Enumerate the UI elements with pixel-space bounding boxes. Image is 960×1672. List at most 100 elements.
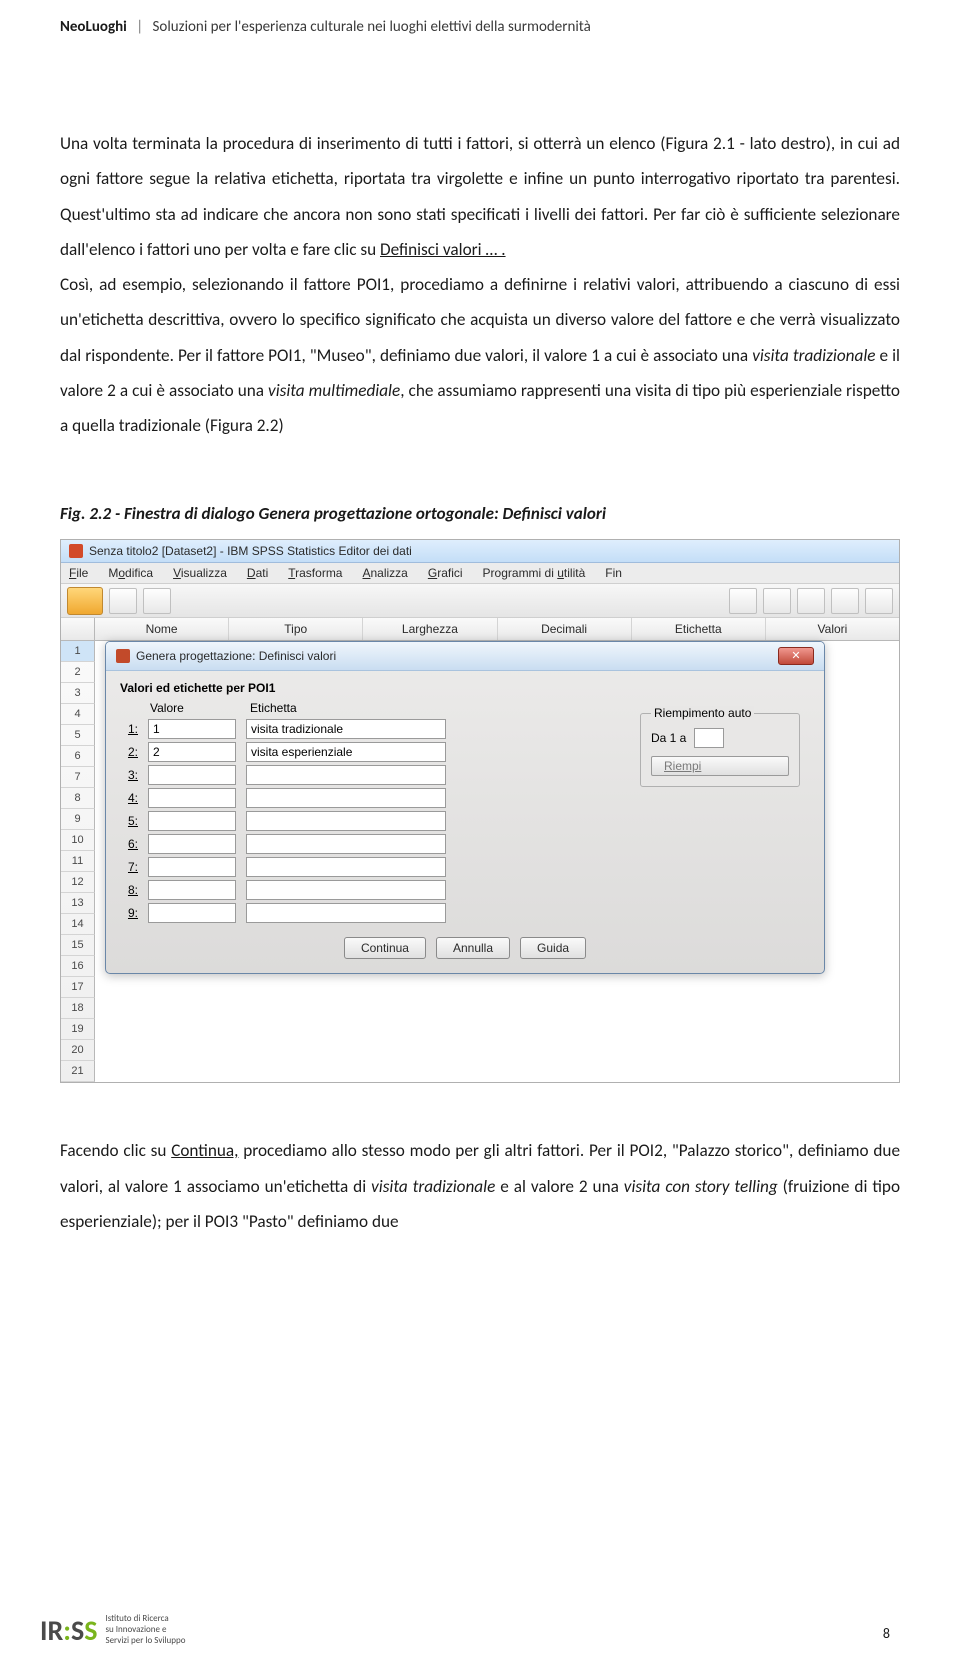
menu-visualizza[interactable]: Visualizza [173,566,227,580]
row-index: 6: [120,837,138,851]
toolbar-btn-1[interactable] [109,588,137,614]
menu-grafici[interactable]: Grafici [428,566,463,580]
row-8[interactable]: 8 [61,788,95,809]
fill-group: Riempimento auto Da 1 a Riempi [640,713,800,787]
row-20[interactable]: 20 [61,1040,95,1061]
row-9[interactable]: 9 [61,809,95,830]
dialog-buttons: Continua Annulla Guida [120,937,810,959]
label-input-9[interactable] [246,903,446,923]
label-input-4[interactable] [246,788,446,808]
fill-button[interactable]: Riempi [651,756,789,776]
window-titlebar: Senza titolo2 [Dataset2] - IBM SPSS Stat… [61,540,899,563]
logo-glyph: IR:SS [40,1613,97,1648]
col-larghezza[interactable]: Larghezza [363,618,497,640]
paragraph-3: Facendo clic su Continua, procediamo all… [60,1133,900,1239]
row-4[interactable]: 4 [61,704,95,725]
define-values-dialog: Genera progettazione: Definisci valori ✕… [105,641,825,974]
value-input-2[interactable] [148,742,236,762]
value-row-7: 7: [120,857,810,877]
menu-modifica[interactable]: Modifica [108,566,153,580]
help-button[interactable]: Guida [520,937,586,959]
value-input-5[interactable] [148,811,236,831]
menubar: File Modifica Visualizza Dati Trasforma … [61,563,899,584]
menu-dati[interactable]: Dati [247,566,268,580]
row-15[interactable]: 15 [61,935,95,956]
row-numbers: 1 2 3 4 5 6 7 8 9 10 11 12 13 14 15 16 1… [61,641,95,1082]
row-6[interactable]: 6 [61,746,95,767]
menu-fin[interactable]: Fin [605,566,622,580]
row-13[interactable]: 13 [61,893,95,914]
row-18[interactable]: 18 [61,998,95,1019]
spss-screenshot: Senza titolo2 [Dataset2] - IBM SPSS Stat… [60,539,900,1083]
value-row-4: 4: [120,788,810,808]
toolbar-btn-5[interactable] [797,588,825,614]
toolbar-btn-7[interactable] [865,588,893,614]
row-7[interactable]: 7 [61,767,95,788]
toolbar-btn-4[interactable] [763,588,791,614]
row-index: 2: [120,745,138,759]
fill-to-input[interactable] [694,728,724,748]
label-input-8[interactable] [246,880,446,900]
row-17[interactable]: 17 [61,977,95,998]
cancel-button[interactable]: Annulla [436,937,510,959]
row-2[interactable]: 2 [61,662,95,683]
figure-caption: Fig. 2.2 - Finestra di dialogo Genera pr… [60,503,900,524]
row-19[interactable]: 19 [61,1019,95,1040]
row-index: 5: [120,814,138,828]
row-11[interactable]: 11 [61,851,95,872]
logo-text: Istituto di Ricerca su Innovazione e Ser… [105,1614,185,1646]
paragraph-2: Così, ad esempio, selezionando il fattor… [60,267,900,443]
row-10[interactable]: 10 [61,830,95,851]
value-input-7[interactable] [148,857,236,877]
toolbar-btn-3[interactable] [729,588,757,614]
fill-from-label: Da 1 a [651,731,686,745]
value-input-3[interactable] [148,765,236,785]
menu-analizza[interactable]: Analizza [362,566,407,580]
label-input-6[interactable] [246,834,446,854]
dialog-icon [116,649,130,663]
row-21[interactable]: 21 [61,1061,95,1082]
value-input-1[interactable] [148,719,236,739]
header-divider: | [136,18,143,36]
label-input-3[interactable] [246,765,446,785]
window-title: Senza titolo2 [Dataset2] - IBM SPSS Stat… [89,544,412,558]
open-icon[interactable] [67,587,103,615]
col-tipo[interactable]: Tipo [229,618,363,640]
toolbar-btn-6[interactable] [831,588,859,614]
row-5[interactable]: 5 [61,725,95,746]
value-input-6[interactable] [148,834,236,854]
menu-file[interactable]: File [69,566,88,580]
menu-trasforma[interactable]: Trasforma [288,566,342,580]
col-etichetta[interactable]: Etichetta [632,618,766,640]
row-3[interactable]: 3 [61,683,95,704]
row-14[interactable]: 14 [61,914,95,935]
menu-utilita[interactable]: Programmi di utilità [483,566,586,580]
toolbar-btn-2[interactable] [143,588,171,614]
value-input-8[interactable] [148,880,236,900]
continue-button[interactable]: Continua [344,937,426,959]
row-1[interactable]: 1 [61,641,95,662]
col-nome[interactable]: Nome [95,618,229,640]
brand-name: NeoLuoghi [60,18,127,36]
value-input-4[interactable] [148,788,236,808]
label-input-7[interactable] [246,857,446,877]
value-row-8: 8: [120,880,810,900]
col-valori[interactable]: Valori [766,618,899,640]
value-row-9: 9: [120,903,810,923]
col-decimali[interactable]: Decimali [498,618,632,640]
value-input-9[interactable] [148,903,236,923]
header-subtitle: Soluzioni per l'esperienza culturale nei… [153,18,591,36]
grid-area: 1 2 3 4 5 6 7 8 9 10 11 12 13 14 15 16 1… [61,641,899,1082]
section-label: Valori ed etichette per POI1 [120,681,810,695]
row-index: 8: [120,883,138,897]
row-index: 9: [120,906,138,920]
value-row-5: 5: [120,811,810,831]
label-input-1[interactable] [246,719,446,739]
row-12[interactable]: 12 [61,872,95,893]
row-index: 7: [120,860,138,874]
close-button[interactable]: ✕ [778,647,814,665]
label-input-2[interactable] [246,742,446,762]
label-input-5[interactable] [246,811,446,831]
etichetta-header: Etichetta [250,701,450,715]
row-16[interactable]: 16 [61,956,95,977]
